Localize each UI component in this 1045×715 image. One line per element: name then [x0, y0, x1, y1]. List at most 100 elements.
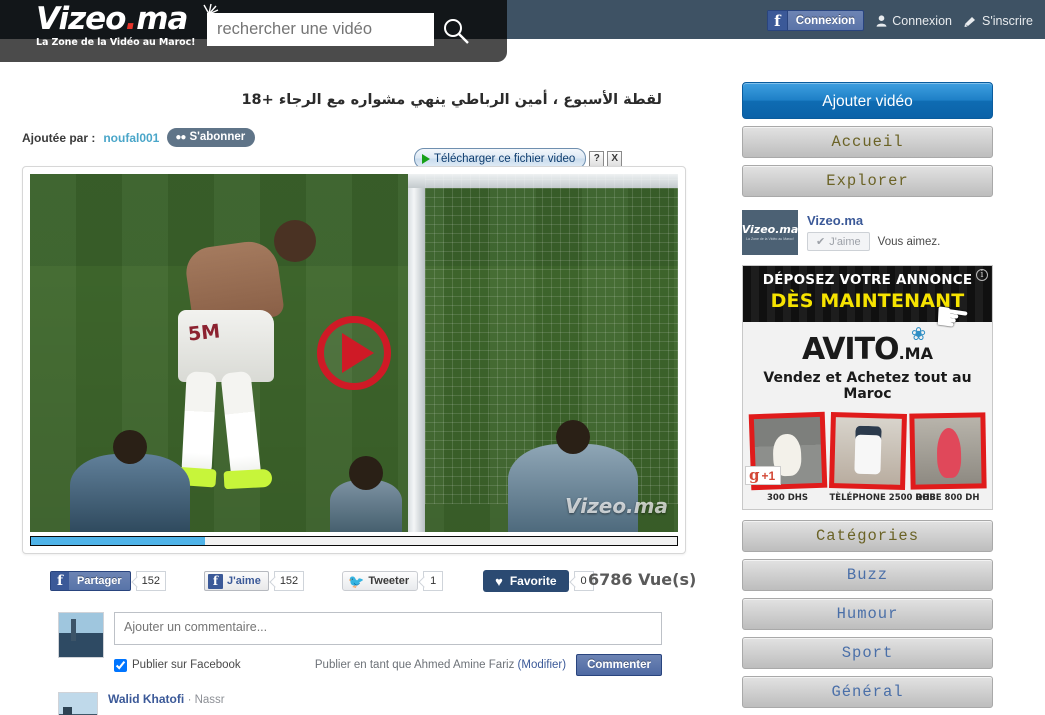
download-help-button[interactable]: ? [589, 150, 605, 167]
uploader-link[interactable]: noufal001 [103, 131, 159, 145]
publish-facebook-label: Publier sur Facebook [132, 659, 241, 671]
download-label: Télécharger ce fichier video [434, 152, 576, 165]
jaime-count: 152 [273, 571, 305, 591]
ad-header-strip: DÉPOSEZ VOTRE ANNONCE DÈS MAINTENANT i ☛ [743, 266, 992, 342]
logo-text-b: ma [136, 1, 188, 37]
tweeter-count: 1 [423, 571, 444, 591]
player-boot-right [223, 468, 273, 490]
ad-swirl-icon: ❀ [911, 324, 927, 345]
sidebar-item-sport[interactable]: Sport [742, 637, 993, 669]
ad-brand: AVITO.MA ❀ [743, 324, 992, 367]
sidebar-item-accueil[interactable]: Accueil [742, 126, 993, 158]
ad-product-price: TÈLÉPHONE 2500 DHS [829, 493, 936, 503]
page-root: Vizeo.ma La Zone de la Vidéo au Maroc! r… [0, 0, 1045, 715]
video-player[interactable]: 5M Vizeo.ma [22, 166, 686, 554]
comment-author[interactable]: Walid Khatofi [108, 692, 184, 706]
video-uploader-row: Ajoutée par : noufal001 ●● S'abonner [22, 128, 256, 147]
download-close-button[interactable]: X [607, 150, 623, 167]
search-icon[interactable] [441, 16, 471, 46]
tweeter-button[interactable]: 🐦 Tweeter [342, 571, 419, 591]
logo-slogan: La Zone de la Vidéo au Maroc! [36, 37, 196, 48]
view-count: 6786 Vue(s) [588, 570, 697, 589]
facebook-like-button[interactable]: ✔ J'aime [807, 232, 870, 251]
facebook-connexion-label: Connexion [795, 14, 856, 27]
publish-facebook-checkbox[interactable]: Publier sur Facebook [114, 658, 241, 672]
site-header: Vizeo.ma La Zone de la Vidéo au Maroc! r… [0, 0, 1045, 62]
categories-section: Catégories Buzz Humour Sport Général [742, 520, 993, 708]
player-jersey-number: 5M [186, 320, 222, 346]
advertisement-banner[interactable]: DÉPOSEZ VOTRE ANNONCE DÈS MAINTENANT i ☛… [742, 265, 993, 510]
avatar [58, 692, 98, 715]
site-logo[interactable]: Vizeo.ma La Zone de la Vidéo au Maroc! [36, 1, 220, 60]
share-partager-group: f Partager 152 [50, 571, 166, 591]
ad-tagline: Vendez et Achetez tout au Maroc [763, 370, 972, 402]
facebook-page-widget: Vizeo.ma La Zone de la Vidéo au Maroc! V… [742, 207, 993, 257]
search-input[interactable] [207, 13, 434, 46]
connexion-label: Connexion [892, 13, 952, 28]
ad-product-item[interactable]: 300 DHS [748, 411, 827, 503]
spectator-figure [508, 420, 638, 532]
sidebar-item-explorer[interactable]: Explorer [742, 165, 993, 197]
jaime-button[interactable]: f J'aime [204, 571, 269, 591]
sidebar-item-humour[interactable]: Humour [742, 598, 993, 630]
facebook-connexion-button[interactable]: f Connexion [766, 10, 865, 31]
user-icon [876, 14, 887, 27]
video-progress-fill [31, 537, 206, 545]
submit-comment-button[interactable]: Commenter [576, 654, 662, 676]
ad-brand-suffix: .MA [898, 344, 933, 363]
spectator-head [556, 420, 590, 454]
play-triangle-icon [422, 153, 430, 164]
publish-facebook-input[interactable] [114, 658, 127, 672]
partager-button[interactable]: f Partager [50, 571, 131, 591]
inscrire-link[interactable]: S'inscrire [964, 14, 1033, 28]
play-button-overlay[interactable] [317, 316, 391, 390]
ad-product-item[interactable]: ROBE 800 DH [908, 412, 987, 503]
sidebar-item-general[interactable]: Général [742, 676, 993, 708]
logo-dot: . [125, 1, 137, 37]
sidebar-item-buzz[interactable]: Buzz [742, 559, 993, 591]
comment-input[interactable] [114, 612, 662, 645]
added-by-label: Ajoutée par : [22, 130, 96, 145]
partager-count: 152 [135, 571, 166, 591]
subscribe-button[interactable]: ●● S'abonner [167, 128, 256, 147]
logo-wordmark: Vizeo.ma [36, 1, 220, 37]
facebook-like-label: J'aime [829, 235, 861, 248]
search-box[interactable] [207, 13, 434, 46]
google-plus-one-button[interactable]: g +1 [745, 466, 782, 485]
twitter-bird-icon: 🐦 [348, 573, 365, 589]
spectator-head [113, 430, 147, 464]
football-player-figure: 5M [170, 196, 330, 526]
play-triangle-icon [342, 333, 374, 373]
ad-brand-name: AVITO [802, 332, 900, 367]
video-canvas[interactable]: 5M Vizeo.ma [30, 174, 678, 532]
connexion-link[interactable]: Connexion [876, 14, 952, 28]
ad-product-item[interactable]: TÈLÉPHONE 2500 DHS [828, 412, 936, 503]
subscribe-eyes-icon: ●● [175, 131, 186, 143]
facebook-page-thumbnail: Vizeo.ma La Zone de la Vidéo au Maroc! [742, 209, 798, 255]
right-sidebar: Ajouter vidéo Accueil Explorer Vizeo.ma … [742, 82, 993, 708]
video-progress-bar[interactable] [30, 536, 678, 546]
comment-meta: · Nassr [187, 694, 225, 706]
facebook-icon: f [767, 11, 788, 30]
modify-link[interactable]: (Modifier) [518, 659, 567, 671]
ad-product-price: 300 DHS [767, 493, 808, 503]
video-watermark: Vizeo.ma [565, 494, 668, 518]
avatar [58, 612, 104, 658]
player-leg-left [181, 371, 217, 477]
ad-product-photo [913, 417, 982, 485]
facebook-page-name[interactable]: Vizeo.ma [807, 213, 940, 228]
comment-form: Publier sur Facebook Publier en tant que… [58, 612, 662, 676]
add-video-button[interactable]: Ajouter vidéo [742, 82, 993, 119]
inscrire-label: S'inscrire [981, 13, 1033, 28]
facebook-icon: f [51, 572, 69, 590]
check-icon: ✔ [816, 236, 826, 248]
favorite-group: ♥ Favorite 0 [483, 570, 594, 592]
heart-icon: ♥ [495, 573, 503, 589]
spectator-figure [330, 456, 402, 532]
favorite-button[interactable]: ♥ Favorite [483, 570, 569, 592]
ad-info-icon[interactable]: i [976, 269, 988, 281]
list-item: Walid Khatofi · Nassr [58, 692, 225, 715]
jaime-label: J'aime [227, 575, 261, 587]
google-plus-icon: g [749, 466, 760, 484]
spectator-head [349, 456, 383, 490]
